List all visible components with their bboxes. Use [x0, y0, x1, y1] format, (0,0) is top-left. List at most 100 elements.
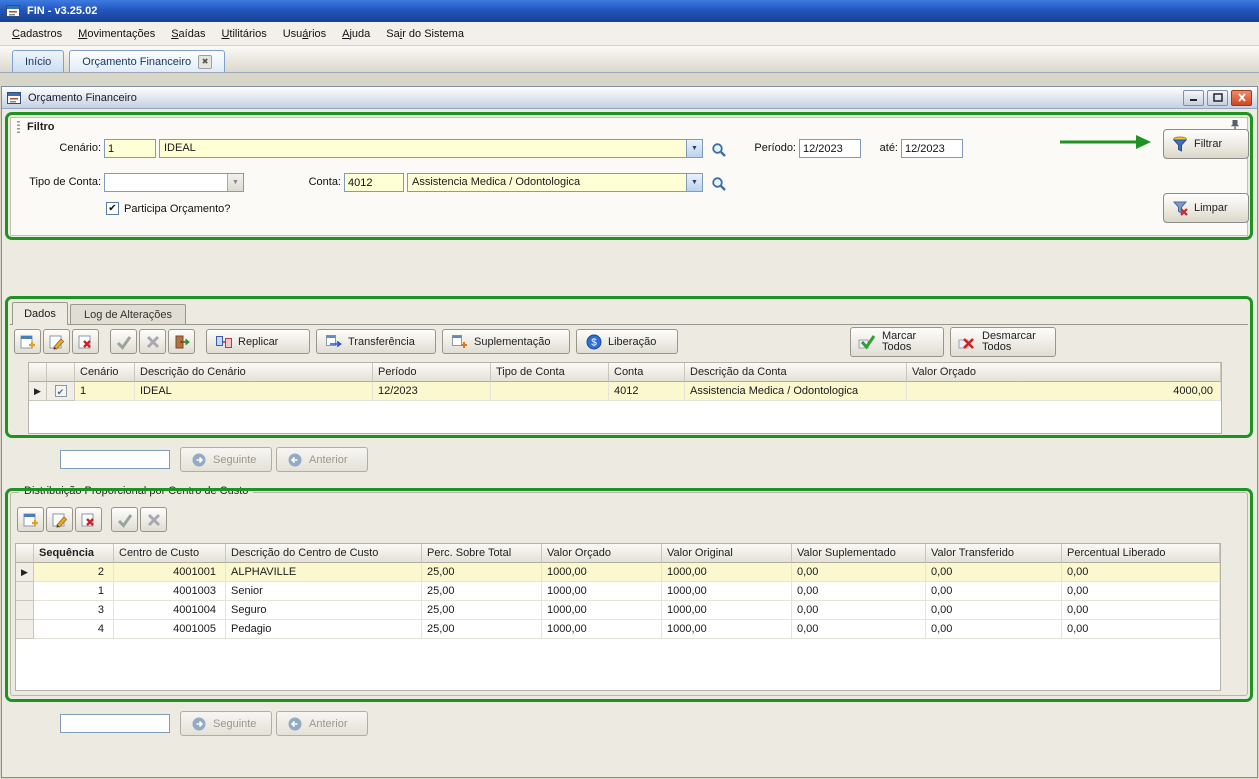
grid-cell[interactable]: 1000,00: [662, 620, 792, 639]
exit-button[interactable]: [168, 329, 195, 354]
column-header[interactable]: Percentual Liberado: [1062, 544, 1220, 563]
column-header[interactable]: Valor Orçado: [542, 544, 662, 563]
record-number-input[interactable]: [60, 714, 170, 733]
grid-cell[interactable]: 1: [34, 582, 114, 601]
tab-dados[interactable]: Dados: [12, 302, 68, 325]
grid-cell[interactable]: Senior: [226, 582, 422, 601]
confirm-button[interactable]: [110, 329, 137, 354]
edit-record-button[interactable]: [43, 329, 70, 354]
cenario-combobox[interactable]: IDEAL ▼: [159, 139, 703, 158]
column-header[interactable]: Conta: [609, 363, 685, 382]
replicar-button[interactable]: Replicar: [206, 329, 310, 354]
grid-cell[interactable]: Assistencia Medica / Odontologica: [685, 382, 907, 401]
grid-cell[interactable]: 25,00: [422, 582, 542, 601]
cancel-button[interactable]: [140, 507, 167, 532]
edit-record-button[interactable]: [46, 507, 73, 532]
menu-item-sair-do-sistema[interactable]: Sair do Sistema: [378, 25, 472, 43]
grid-cell[interactable]: 4: [34, 620, 114, 639]
grid-cell[interactable]: 25,00: [422, 601, 542, 620]
tab-log-de-alteracoes[interactable]: Log de Alterações: [70, 304, 186, 325]
menu-item-cadastros[interactable]: Cadastros: [4, 25, 70, 43]
search-icon[interactable]: [709, 174, 728, 193]
grid-cell[interactable]: 25,00: [422, 620, 542, 639]
grid-row[interactable]: 14001003Senior25,001000,001000,000,000,0…: [16, 582, 1220, 601]
filtrar-button[interactable]: Filtrar: [1163, 129, 1249, 159]
tab-orcamento-financeiro[interactable]: Orçamento Financeiro ✖: [69, 50, 225, 72]
grid-cell[interactable]: 0,00: [792, 620, 926, 639]
column-header[interactable]: Tipo de Conta: [491, 363, 609, 382]
chevron-down-icon[interactable]: ▼: [227, 174, 243, 191]
seguinte-button[interactable]: Seguinte: [180, 711, 272, 736]
grid-cell[interactable]: ALPHAVILLE: [226, 563, 422, 582]
grid-cell[interactable]: Seguro: [226, 601, 422, 620]
grid-row[interactable]: ▶24001001ALPHAVILLE25,001000,001000,000,…: [16, 563, 1220, 582]
grid-cell[interactable]: 4001001: [114, 563, 226, 582]
grid-cell[interactable]: 0,00: [1062, 563, 1220, 582]
menu-item-saidas[interactable]: Saídas: [163, 25, 213, 43]
grid-cell[interactable]: 0,00: [1062, 601, 1220, 620]
chevron-down-icon[interactable]: ▼: [686, 140, 702, 157]
grid-cell[interactable]: 4001003: [114, 582, 226, 601]
column-header[interactable]: Valor Orçado: [907, 363, 1221, 382]
conta-combobox[interactable]: Assistencia Medica / Odontologica ▼: [407, 173, 703, 192]
desmarcar-todos-button[interactable]: Desmarcar Todos: [950, 327, 1056, 357]
confirm-button[interactable]: [111, 507, 138, 532]
column-header[interactable]: Valor Transferido: [926, 544, 1062, 563]
seguinte-button[interactable]: Seguinte: [180, 447, 272, 472]
maximize-button[interactable]: [1207, 90, 1228, 106]
grid-cell[interactable]: 0,00: [926, 563, 1062, 582]
transferencia-button[interactable]: Transferência: [316, 329, 436, 354]
periodo-input[interactable]: [799, 139, 861, 158]
grid-cell[interactable]: 0,00: [792, 582, 926, 601]
tab-inicio[interactable]: Início: [12, 50, 64, 72]
marcar-todos-button[interactable]: Marcar Todos: [850, 327, 944, 357]
participa-checkbox[interactable]: ✔: [106, 202, 119, 215]
grid-cell[interactable]: IDEAL: [135, 382, 373, 401]
close-button[interactable]: [1231, 90, 1252, 106]
delete-record-button[interactable]: [75, 507, 102, 532]
column-header[interactable]: Descrição da Conta: [685, 363, 907, 382]
row-checkbox[interactable]: ✔: [55, 385, 67, 397]
add-record-button[interactable]: [17, 507, 44, 532]
column-header[interactable]: Cenário: [75, 363, 135, 382]
grid-cell[interactable]: 25,00: [422, 563, 542, 582]
cenario-code-input[interactable]: [104, 139, 156, 158]
grid-cell[interactable]: 0,00: [926, 620, 1062, 639]
column-header[interactable]: Sequência: [34, 544, 114, 563]
search-icon[interactable]: [709, 140, 728, 159]
grid-cell[interactable]: 4012: [609, 382, 685, 401]
cancel-button[interactable]: [139, 329, 166, 354]
column-header[interactable]: Descrição do Cenário: [135, 363, 373, 382]
column-header[interactable]: Descrição do Centro de Custo: [226, 544, 422, 563]
grid-cell[interactable]: 1: [75, 382, 135, 401]
column-header[interactable]: Perc. Sobre Total: [422, 544, 542, 563]
grid-cell[interactable]: [491, 382, 609, 401]
grid-cell[interactable]: 0,00: [926, 582, 1062, 601]
anterior-button[interactable]: Anterior: [276, 447, 368, 472]
grid-cell[interactable]: 1000,00: [542, 620, 662, 639]
limpar-button[interactable]: Limpar: [1163, 193, 1249, 223]
suplementacao-button[interactable]: Suplementação: [442, 329, 570, 354]
grid-cell[interactable]: 2: [34, 563, 114, 582]
delete-record-button[interactable]: [72, 329, 99, 354]
grid-cell[interactable]: 0,00: [792, 601, 926, 620]
grid-cell[interactable]: 3: [34, 601, 114, 620]
menu-item-usuarios[interactable]: Usuários: [275, 25, 334, 43]
menu-item-ajuda[interactable]: Ajuda: [334, 25, 378, 43]
anterior-button[interactable]: Anterior: [276, 711, 368, 736]
grid-cell[interactable]: 1000,00: [542, 601, 662, 620]
grid-cell[interactable]: 0,00: [792, 563, 926, 582]
grid-row[interactable]: 34001004Seguro25,001000,001000,000,000,0…: [16, 601, 1220, 620]
grid-cell[interactable]: 1000,00: [662, 601, 792, 620]
column-header[interactable]: Valor Original: [662, 544, 792, 563]
grid-cell[interactable]: 1000,00: [542, 563, 662, 582]
grid-cell[interactable]: 4000,00: [907, 382, 1221, 401]
menu-item-movimentacoes[interactable]: Movimentações: [70, 25, 163, 43]
column-header[interactable]: Período: [373, 363, 491, 382]
ate-input[interactable]: [901, 139, 963, 158]
grid-cell[interactable]: 0,00: [1062, 620, 1220, 639]
grid-row[interactable]: 44001005Pedagio25,001000,001000,000,000,…: [16, 620, 1220, 639]
add-record-button[interactable]: [14, 329, 41, 354]
grid-cell[interactable]: Pedagio: [226, 620, 422, 639]
chevron-down-icon[interactable]: ▼: [686, 174, 702, 191]
